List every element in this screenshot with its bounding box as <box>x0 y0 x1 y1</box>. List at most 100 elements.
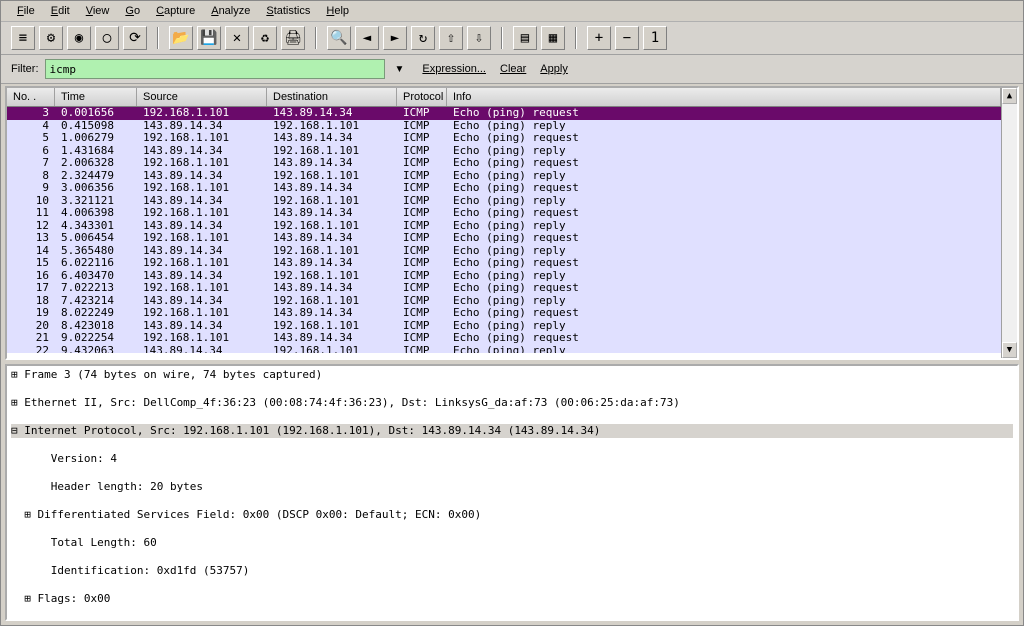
cell-destination: 143.89.14.34 <box>267 282 397 295</box>
cell-info: Echo (ping) request <box>447 282 1001 295</box>
cell-protocol: ICMP <box>397 270 447 283</box>
tb-jump-icon[interactable]: ↻ <box>411 26 435 50</box>
menu-capture[interactable]: Capture <box>148 3 203 19</box>
scrollbar[interactable]: ▲ ▼ <box>1001 88 1017 358</box>
tb-stop-icon[interactable]: ◯ <box>95 26 119 50</box>
wireshark-window: File Edit View Go Capture Analyze Statis… <box>0 0 1024 626</box>
tb-autoscroll-icon[interactable]: ▦ <box>541 26 565 50</box>
packet-row[interactable]: 40.415098143.89.14.34192.168.1.101ICMPEc… <box>7 120 1001 133</box>
cell-no: 7 <box>7 157 55 170</box>
packet-row[interactable]: 208.423018143.89.14.34192.168.1.101ICMPE… <box>7 320 1001 333</box>
scroll-down-icon[interactable]: ▼ <box>1002 342 1017 358</box>
cell-no: 15 <box>7 257 55 270</box>
cell-destination: 192.168.1.101 <box>267 245 397 258</box>
tb-zoom100-icon[interactable]: 1 <box>643 26 667 50</box>
packet-row[interactable]: 114.006398192.168.1.101143.89.14.34ICMPE… <box>7 207 1001 220</box>
packet-row[interactable]: 177.022213192.168.1.101143.89.14.34ICMPE… <box>7 282 1001 295</box>
detail-line[interactable]: Identification: 0xd1fd (53757) <box>11 564 1013 578</box>
detail-line[interactable]: ⊞ Ethernet II, Src: DellComp_4f:36:23 (0… <box>11 396 1013 410</box>
detail-line[interactable]: Total Length: 60 <box>11 536 1013 550</box>
packet-row[interactable]: 124.343301143.89.14.34192.168.1.101ICMPE… <box>7 220 1001 233</box>
tb-open-icon[interactable]: 📂 <box>169 26 193 50</box>
cell-info: Echo (ping) request <box>447 307 1001 320</box>
tb-top-icon[interactable]: ⇧ <box>439 26 463 50</box>
tb-bottom-icon[interactable]: ⇩ <box>467 26 491 50</box>
tb-restart-icon[interactable]: ⟳ <box>123 26 147 50</box>
cell-info: Echo (ping) reply <box>447 120 1001 133</box>
tb-zoomout-icon[interactable]: − <box>615 26 639 50</box>
packet-row[interactable]: 166.403470143.89.14.34192.168.1.101ICMPE… <box>7 270 1001 283</box>
menu-go[interactable]: Go <box>117 3 148 19</box>
detail-line[interactable]: Version: 4 <box>11 452 1013 466</box>
packet-row[interactable]: 219.022254192.168.1.101143.89.14.34ICMPE… <box>7 332 1001 345</box>
tb-interfaces-icon[interactable]: ≡ <box>11 26 35 50</box>
tb-close-icon[interactable]: ✕ <box>225 26 249 50</box>
cell-protocol: ICMP <box>397 282 447 295</box>
cell-no: 3 <box>7 107 55 120</box>
cell-info: Echo (ping) reply <box>447 220 1001 233</box>
packet-row[interactable]: 135.006454192.168.1.101143.89.14.34ICMPE… <box>7 232 1001 245</box>
tb-save-icon[interactable]: 💾 <box>197 26 221 50</box>
cell-destination: 143.89.14.34 <box>267 207 397 220</box>
cell-time: 4.343301 <box>55 220 137 233</box>
cell-source: 192.168.1.101 <box>137 307 267 320</box>
packet-row[interactable]: 187.423214143.89.14.34192.168.1.101ICMPE… <box>7 295 1001 308</box>
detail-line[interactable]: ⊞ Differentiated Services Field: 0x00 (D… <box>11 508 1013 522</box>
tb-zoomin-icon[interactable]: + <box>587 26 611 50</box>
cell-source: 143.89.14.34 <box>137 295 267 308</box>
packet-row[interactable]: 61.431684143.89.14.34192.168.1.101ICMPEc… <box>7 145 1001 158</box>
menu-statistics[interactable]: Statistics <box>258 3 318 19</box>
cell-info: Echo (ping) reply <box>447 195 1001 208</box>
tb-find-icon[interactable]: 🔍 <box>327 26 351 50</box>
menu-help[interactable]: Help <box>318 3 357 19</box>
separator <box>315 27 317 49</box>
col-info[interactable]: Info <box>447 88 1001 106</box>
scroll-up-icon[interactable]: ▲ <box>1002 88 1017 104</box>
packet-row[interactable]: 145.365480143.89.14.34192.168.1.101ICMPE… <box>7 245 1001 258</box>
col-time[interactable]: Time <box>55 88 137 106</box>
filter-dropdown-icon[interactable]: ▼ <box>391 64 409 75</box>
cell-time: 7.022213 <box>55 282 137 295</box>
packet-row[interactable]: 51.006279192.168.1.101143.89.14.34ICMPEc… <box>7 132 1001 145</box>
packet-row[interactable]: 93.006356192.168.1.101143.89.14.34ICMPEc… <box>7 182 1001 195</box>
packet-row[interactable]: 72.006328192.168.1.101143.89.14.34ICMPEc… <box>7 157 1001 170</box>
apply-button[interactable]: Apply <box>540 63 568 75</box>
packet-row[interactable]: 156.022116192.168.1.101143.89.14.34ICMPE… <box>7 257 1001 270</box>
packet-row[interactable]: 103.321121143.89.14.34192.168.1.101ICMPE… <box>7 195 1001 208</box>
cell-time: 2.324479 <box>55 170 137 183</box>
packet-row[interactable]: 82.324479143.89.14.34192.168.1.101ICMPEc… <box>7 170 1001 183</box>
col-no[interactable]: No. . <box>7 88 55 106</box>
detail-line[interactable]: ⊞ Frame 3 (74 bytes on wire, 74 bytes ca… <box>11 368 1013 382</box>
tb-back-icon[interactable]: ◄ <box>355 26 379 50</box>
packet-row[interactable]: 198.022249192.168.1.101143.89.14.34ICMPE… <box>7 307 1001 320</box>
cell-destination: 143.89.14.34 <box>267 157 397 170</box>
cell-destination: 143.89.14.34 <box>267 257 397 270</box>
detail-line[interactable]: Header length: 20 bytes <box>11 480 1013 494</box>
packet-row[interactable]: 229.432063143.89.14.34192.168.1.101ICMPE… <box>7 345 1001 354</box>
clear-button[interactable]: Clear <box>500 63 526 75</box>
tb-reload-icon[interactable]: ♻ <box>253 26 277 50</box>
detail-line[interactable]: ⊞ Flags: 0x00 <box>11 592 1013 606</box>
tb-colorize-icon[interactable]: ▤ <box>513 26 537 50</box>
tb-print-icon[interactable]: 🖨 <box>281 26 305 50</box>
col-destination[interactable]: Destination <box>267 88 397 106</box>
cell-source: 192.168.1.101 <box>137 257 267 270</box>
menu-analyze[interactable]: Analyze <box>203 3 258 19</box>
packet-row[interactable]: 30.001656192.168.1.101143.89.14.34ICMPEc… <box>7 107 1001 120</box>
menu-file[interactable]: File <box>9 3 43 19</box>
col-protocol[interactable]: Protocol <box>397 88 447 106</box>
cell-no: 4 <box>7 120 55 133</box>
tb-forward-icon[interactable]: ► <box>383 26 407 50</box>
tb-options-icon[interactable]: ⚙ <box>39 26 63 50</box>
expression-button[interactable]: Expression... <box>422 63 486 75</box>
tb-start-icon[interactable]: ◉ <box>67 26 91 50</box>
cell-no: 10 <box>7 195 55 208</box>
menu-edit[interactable]: Edit <box>43 3 78 19</box>
detail-line[interactable]: ⊟ Internet Protocol, Src: 192.168.1.101 … <box>11 424 1013 438</box>
cell-source: 192.168.1.101 <box>137 332 267 345</box>
menu-view[interactable]: View <box>78 3 118 19</box>
col-source[interactable]: Source <box>137 88 267 106</box>
cell-time: 4.006398 <box>55 207 137 220</box>
filter-input[interactable] <box>45 59 385 79</box>
scroll-track[interactable] <box>1002 104 1017 342</box>
